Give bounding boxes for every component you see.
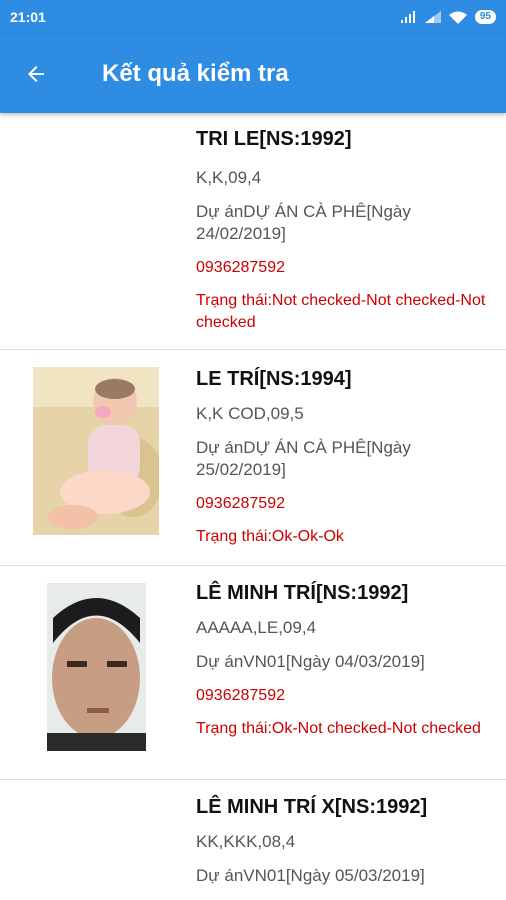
item-project: Dự ánDỰ ÁN CÀ PHÊ[Ngày 25/02/2019]	[196, 438, 411, 479]
arrow-back-icon	[28, 65, 44, 82]
list-item[interactable]: LÊ MINH TRÍ X[NS:1992] KK,KKK,08,4 Dự án…	[0, 780, 506, 900]
item-name: TRI LE[NS:1992]	[196, 128, 352, 150]
item-name: LE TRÍ[NS:1994]	[196, 368, 352, 390]
item-info: LE TRÍ[NS:1994] K,K COD,09,5 Dự ánDỰ ÁN …	[196, 367, 492, 548]
app-bar: Kết quả kiểm tra	[0, 34, 506, 113]
wifi-icon	[448, 11, 467, 24]
item-code: K,K COD,09,5	[196, 404, 304, 423]
item-phone: 0936287592	[196, 687, 285, 704]
back-button[interactable]	[0, 34, 72, 113]
item-code: KK,KKK,08,4	[196, 832, 296, 851]
battery-icon: 95	[474, 10, 496, 24]
man-photo-avatar	[47, 583, 146, 751]
list-item[interactable]: LE TRÍ[NS:1994] K,K COD,09,5 Dự ánDỰ ÁN …	[0, 350, 506, 566]
item-code: AAAAA,LE,09,4	[196, 618, 317, 637]
signal-icon	[400, 11, 415, 23]
item-name: LÊ MINH TRÍ[NS:1992]	[196, 582, 409, 604]
item-info: LÊ MINH TRÍ[NS:1992] AAAAA,LE,09,4 Dự án…	[196, 581, 492, 740]
item-code: K,K,09,4	[196, 168, 262, 187]
item-status: Trạng thái:Ok-Ok-Ok	[196, 528, 344, 545]
result-list[interactable]: TRI LE[NS:1992] K,K,09,4 Dự ánDỰ ÁN CÀ P…	[0, 113, 506, 900]
item-info: TRI LE[NS:1992] K,K,09,4 Dự ánDỰ ÁN CÀ P…	[196, 127, 492, 334]
signal-2-icon	[424, 11, 441, 23]
item-project: Dự ánDỰ ÁN CÀ PHÊ[Ngày 24/02/2019]	[196, 202, 411, 243]
item-info: LÊ MINH TRÍ X[NS:1992] KK,KKK,08,4 Dự án…	[196, 795, 492, 887]
item-phone: 0936287592	[196, 495, 285, 512]
item-project: Dự ánVN01[Ngày 05/03/2019]	[196, 866, 425, 885]
page-title: Kết quả kiểm tra	[102, 59, 289, 87]
item-name: LÊ MINH TRÍ X[NS:1992]	[196, 796, 428, 818]
item-status: Trạng thái:Not checked-Not checked-Not c…	[196, 292, 486, 331]
baby-photo-avatar	[33, 367, 159, 535]
status-bar: 21:01 95	[0, 0, 506, 34]
status-time: 21:01	[10, 9, 46, 25]
list-item[interactable]: TRI LE[NS:1992] K,K,09,4 Dự ánDỰ ÁN CÀ P…	[0, 113, 506, 350]
item-status: Trạng thái:Ok-Not checked-Not checked	[196, 720, 481, 737]
list-item[interactable]: LÊ MINH TRÍ[NS:1992] AAAAA,LE,09,4 Dự án…	[0, 566, 506, 780]
item-project: Dự ánVN01[Ngày 04/03/2019]	[196, 652, 425, 671]
item-phone: 0936287592	[196, 259, 285, 276]
status-icons: 95	[400, 10, 496, 24]
